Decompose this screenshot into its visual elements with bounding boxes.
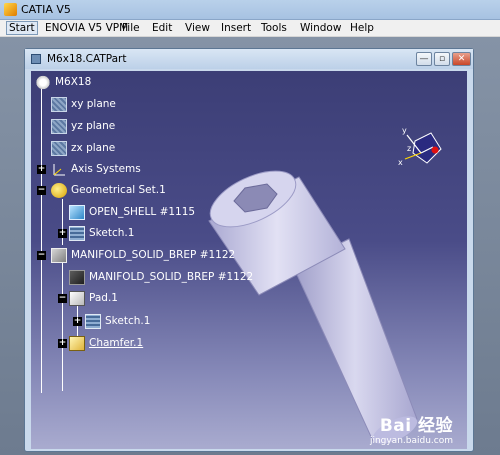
tree-label-geometrical-set: Geometrical Set.1	[71, 184, 166, 196]
menu-enovia[interactable]: ENOVIA V5 VPM	[45, 22, 128, 34]
tree-node-sketch-geoset[interactable]: Sketch.1	[69, 225, 189, 243]
menu-insert[interactable]: Insert	[221, 22, 251, 34]
minimize-button[interactable]: —	[416, 52, 432, 66]
app-title: CATIA V5	[21, 3, 71, 16]
menu-help[interactable]: Help	[350, 22, 374, 34]
tree-label-sketch-geoset: Sketch.1	[89, 227, 135, 239]
menu-edit[interactable]: Edit	[152, 22, 172, 34]
expand-sketch-geo-button[interactable]: +	[58, 229, 67, 238]
tree-label-chamfer: Chamfer.1	[89, 337, 144, 349]
sketch-icon	[85, 314, 101, 329]
tree-node-geometrical-set[interactable]: Geometrical Set.1	[51, 182, 211, 200]
surface-icon	[69, 205, 85, 220]
tree-label-xy-plane: xy plane	[71, 98, 116, 110]
plane-icon	[51, 141, 67, 156]
tree-branch-geoset	[62, 199, 63, 245]
geometrical-set-icon	[51, 183, 67, 198]
restore-button[interactable]: ▫	[434, 52, 450, 66]
tree-node-chamfer[interactable]: Chamfer.1	[69, 335, 189, 353]
document-title: M6x18.CATPart	[47, 53, 127, 65]
tree-node-yz-plane[interactable]: yz plane	[51, 118, 171, 136]
menu-window[interactable]: Window	[300, 22, 341, 34]
expand-axis-systems-button[interactable]: +	[37, 165, 46, 174]
menu-start[interactable]: Start	[6, 21, 38, 35]
tree-node-open-shell[interactable]: OPEN_SHELL #1115	[69, 204, 259, 222]
tree-label-pad: Pad.1	[89, 292, 118, 304]
tree-label-sketch-pad: Sketch.1	[105, 315, 151, 327]
tree-label-open-shell: OPEN_SHELL #1115	[89, 206, 196, 218]
part-document-icon	[31, 54, 41, 64]
tree-node-xy-plane[interactable]: xy plane	[51, 96, 171, 114]
tree-label-yz-plane: yz plane	[71, 120, 116, 132]
collapse-geoset-button[interactable]: −	[37, 186, 46, 195]
menu-tools[interactable]: Tools	[261, 22, 287, 34]
catia-logo-icon	[4, 3, 17, 16]
solid-icon	[69, 270, 85, 285]
compass-x-label: x	[398, 158, 403, 167]
tree-branch-body	[62, 263, 63, 391]
tree-label-axis-systems: Axis Systems	[71, 163, 141, 175]
tree-label-zx-plane: zx plane	[71, 142, 116, 154]
watermark-url: jingyan.baidu.com	[369, 436, 453, 446]
tree-node-manifold-brep[interactable]: MANIFOLD_SOLID_BREP #1122	[69, 269, 279, 287]
menu-file[interactable]: File	[122, 22, 140, 34]
collapse-body-button[interactable]: −	[37, 251, 46, 260]
expand-chamfer-button[interactable]: +	[58, 339, 67, 348]
pad-icon	[69, 291, 85, 306]
plane-icon	[51, 97, 67, 112]
gear-icon	[35, 75, 51, 90]
tree-label-root: M6X18	[55, 76, 92, 88]
chamfer-icon	[69, 336, 85, 351]
tree-node-root[interactable]: M6X18	[35, 74, 155, 92]
close-button[interactable]: ✕	[452, 52, 471, 66]
document-window: M6x18.CATPart — ▫ ✕ y x z M6X18 xy plane…	[24, 48, 474, 452]
tree-label-manifold-brep: MANIFOLD_SOLID_BREP #1122	[89, 271, 254, 283]
document-title-bar[interactable]: M6x18.CATPart — ▫ ✕	[25, 49, 473, 69]
menu-bar: Start ENOVIA V5 VPM File Edit View Inser…	[0, 20, 500, 37]
tree-trunk	[41, 89, 42, 393]
tree-node-pad[interactable]: Pad.1	[69, 290, 189, 308]
tree-label-manifold-body: MANIFOLD_SOLID_BREP #1122	[71, 249, 236, 261]
plane-icon	[51, 119, 67, 134]
watermark-logo-text: Bai 经验	[379, 416, 453, 436]
axis-system-icon	[51, 162, 67, 177]
compass-z-label: z	[407, 144, 411, 153]
tree-node-sketch-pad[interactable]: Sketch.1	[85, 313, 205, 331]
expand-sketch-pad-button[interactable]: +	[73, 317, 82, 326]
part-body-icon	[51, 248, 67, 263]
tree-node-zx-plane[interactable]: zx plane	[51, 140, 171, 158]
tree-node-axis-systems[interactable]: Axis Systems	[51, 161, 191, 179]
baidu-watermark: Bai 经验 jingyan.baidu.com	[370, 411, 453, 446]
compass-y-label: y	[402, 126, 407, 135]
collapse-pad-button[interactable]: −	[58, 294, 67, 303]
menu-view[interactable]: View	[185, 22, 210, 34]
app-title-bar: CATIA V5	[0, 0, 500, 20]
sketch-icon	[69, 226, 85, 241]
compass-icon[interactable]: y x z	[397, 123, 447, 173]
tree-node-manifold-body[interactable]: MANIFOLD_SOLID_BREP #1122	[51, 247, 271, 265]
3d-viewport[interactable]: y x z M6X18 xy plane yz plane zx plane +	[31, 71, 467, 449]
